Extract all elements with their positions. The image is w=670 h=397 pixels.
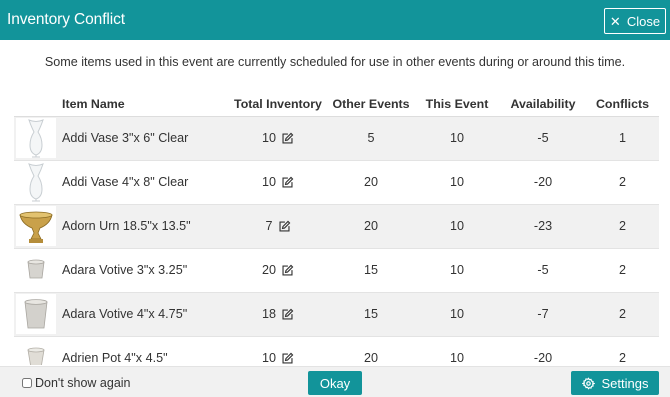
edit-icon[interactable] (281, 352, 294, 365)
close-button[interactable]: ✕ Close (604, 8, 666, 34)
item-thumb-cell (14, 204, 62, 249)
item-thumb-cell (14, 160, 62, 205)
settings-button-label: Settings (601, 375, 649, 391)
item-thumb-cell (14, 248, 62, 293)
conflict-table: Item Name Total Inventory Other Events T… (14, 92, 659, 365)
availability-value: -23 (500, 204, 586, 249)
pot-thumb (16, 338, 56, 365)
conflicts-value: 2 (586, 204, 659, 249)
dialog-footer: Don't show again Okay Settings (0, 366, 670, 397)
total-inventory-value: 10 (261, 175, 276, 189)
conflicts-value: 1 (586, 116, 659, 161)
other-events-value: 5 (328, 116, 414, 161)
conflict-message: Some items used in this event are curren… (44, 55, 626, 69)
this-event-value: 10 (414, 248, 500, 293)
table-row[interactable]: Addi Vase 4"x 8" Clear 10 20 10 -20 2 (14, 160, 659, 205)
item-thumb-cell (14, 292, 62, 337)
conflicts-value: 2 (586, 248, 659, 293)
edit-icon[interactable] (281, 308, 294, 321)
edit-icon[interactable] (278, 220, 291, 233)
other-events-value: 15 (328, 248, 414, 293)
availability-value: -7 (500, 292, 586, 337)
total-inventory-value: 10 (261, 131, 276, 145)
item-name: Adrien Pot 4"x 4.5" (62, 336, 228, 365)
item-name: Addi Vase 3"x 6" Clear (62, 116, 228, 161)
conflict-table-container[interactable]: Item Name Total Inventory Other Events T… (14, 92, 659, 365)
total-inventory-value: 10 (261, 351, 276, 365)
header-total-inventory: Total Inventory (228, 92, 328, 117)
item-thumb-cell (14, 116, 62, 161)
table-row[interactable]: Adrien Pot 4"x 4.5" 10 20 10 -20 2 (14, 336, 659, 365)
settings-button[interactable]: Settings (571, 371, 659, 395)
other-events-value: 15 (328, 292, 414, 337)
other-events-value: 20 (328, 336, 414, 365)
vase-tall-thumb (16, 162, 56, 202)
close-button-label: Close (626, 13, 661, 29)
vase-tall-thumb (16, 118, 56, 158)
total-inventory-cell: 10 (228, 336, 328, 365)
header-availability: Availability (500, 92, 586, 117)
okay-button[interactable]: Okay (308, 371, 362, 395)
table-row[interactable]: Adorn Urn 18.5"x 13.5" 7 20 10 -23 2 (14, 204, 659, 249)
votive-large-thumb (16, 294, 56, 334)
table-row[interactable]: Adara Votive 4"x 4.75" 18 15 10 -7 2 (14, 292, 659, 337)
other-events-value: 20 (328, 204, 414, 249)
header-conflicts: Conflicts (586, 92, 659, 117)
total-inventory-value: 7 (265, 219, 273, 233)
total-inventory-cell: 18 (228, 292, 328, 337)
total-inventory-cell: 10 (228, 116, 328, 161)
table-row[interactable]: Adara Votive 3"x 3.25" 20 15 10 -5 2 (14, 248, 659, 293)
gear-icon (581, 376, 595, 390)
conflicts-value: 2 (586, 292, 659, 337)
table-body: Addi Vase 3"x 6" Clear 10 5 10 -5 1 Addi Vase … (14, 116, 659, 365)
header-this-event: This Event (414, 92, 500, 117)
header-other-events: Other Events (328, 92, 414, 117)
edit-icon[interactable] (281, 264, 294, 277)
total-inventory-value: 18 (261, 307, 276, 321)
dialog-header: Inventory Conflict ✕ Close (0, 0, 670, 40)
total-inventory-cell: 10 (228, 160, 328, 205)
this-event-value: 10 (414, 204, 500, 249)
other-events-value: 20 (328, 160, 414, 205)
urn-gold-thumb (16, 206, 56, 246)
dont-show-again[interactable]: Don't show again (22, 376, 131, 390)
close-icon: ✕ (609, 13, 621, 29)
availability-value: -5 (500, 248, 586, 293)
this-event-value: 10 (414, 336, 500, 365)
availability-value: -20 (500, 336, 586, 365)
table-header-row: Item Name Total Inventory Other Events T… (14, 92, 659, 117)
conflicts-value: 2 (586, 160, 659, 205)
availability-value: -5 (500, 116, 586, 161)
item-name: Adorn Urn 18.5"x 13.5" (62, 204, 228, 249)
edit-icon[interactable] (281, 132, 294, 145)
item-name: Adara Votive 3"x 3.25" (62, 248, 228, 293)
header-thumb (14, 92, 62, 117)
total-inventory-cell: 7 (228, 204, 328, 249)
this-event-value: 10 (414, 292, 500, 337)
conflicts-value: 2 (586, 336, 659, 365)
total-inventory-value: 20 (261, 263, 276, 277)
item-thumb-cell (14, 336, 62, 365)
item-name: Addi Vase 4"x 8" Clear (62, 160, 228, 205)
dont-show-checkbox[interactable] (22, 378, 32, 388)
table-row[interactable]: Addi Vase 3"x 6" Clear 10 5 10 -5 1 (14, 116, 659, 161)
this-event-value: 10 (414, 160, 500, 205)
availability-value: -20 (500, 160, 586, 205)
header-item-name: Item Name (62, 92, 228, 117)
edit-icon[interactable] (281, 176, 294, 189)
votive-thumb (16, 250, 56, 290)
this-event-value: 10 (414, 116, 500, 161)
dialog-title: Inventory Conflict (7, 11, 125, 28)
dont-show-label: Don't show again (35, 376, 131, 390)
total-inventory-cell: 20 (228, 248, 328, 293)
item-name: Adara Votive 4"x 4.75" (62, 292, 228, 337)
